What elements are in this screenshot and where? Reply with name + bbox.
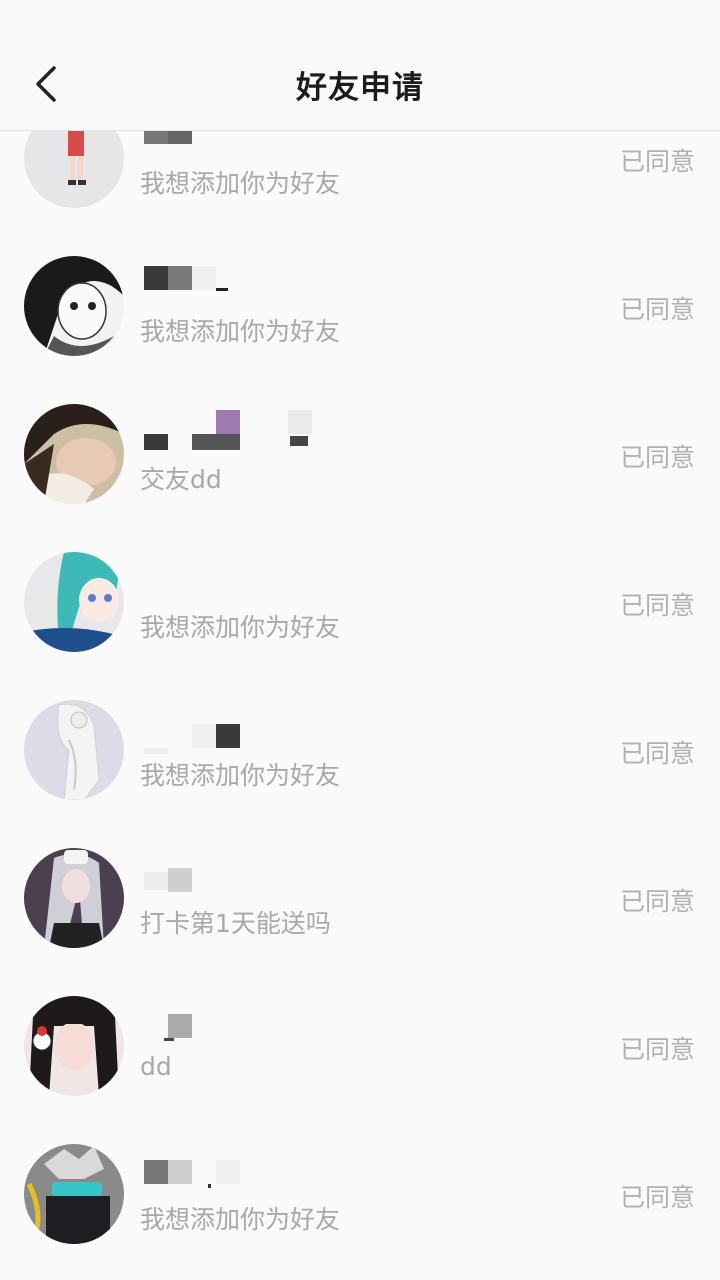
status-label: 已同意 xyxy=(619,887,695,916)
status-label: 已同意 xyxy=(619,443,695,472)
friend-request-item[interactable]: dd 已同意 xyxy=(0,974,720,1122)
status-label: 已同意 xyxy=(619,295,695,324)
request-message: 交友dd xyxy=(140,465,222,494)
request-message: 我想添加你为好友 xyxy=(140,317,341,346)
nickname-mosaic xyxy=(144,410,404,450)
avatar[interactable] xyxy=(24,700,124,800)
status-label: 已同意 xyxy=(619,1035,695,1064)
friend-request-list: 我想添加你为好友 已同意 我想添加你为好友 已同意 交友dd 已同意 我想添加你… xyxy=(0,0,720,1280)
nickname-mosaic xyxy=(144,1160,404,1190)
request-message: 我想添加你为好友 xyxy=(140,761,341,790)
avatar[interactable] xyxy=(24,996,124,1096)
request-message: dd xyxy=(140,1052,172,1081)
nickname-mosaic xyxy=(144,724,404,754)
page-title: 好友申请 xyxy=(296,70,424,106)
avatar[interactable] xyxy=(24,256,124,356)
navigation-bar: 好友申请 xyxy=(0,0,720,131)
nickname-mosaic xyxy=(144,266,404,296)
status-label: 已同意 xyxy=(619,147,695,176)
request-message: 我想添加你为好友 xyxy=(140,1205,341,1234)
avatar[interactable] xyxy=(24,848,124,948)
friend-request-item[interactable]: 交友dd 已同意 xyxy=(0,382,720,530)
request-message: 打卡第1天能送吗 xyxy=(140,909,331,938)
request-message: 我想添加你为好友 xyxy=(140,169,341,198)
friend-request-item[interactable]: 我想添加你为好友 已同意 xyxy=(0,1122,720,1270)
nickname-mosaic xyxy=(144,866,404,896)
avatar[interactable] xyxy=(24,1144,124,1244)
status-label: 已同意 xyxy=(619,591,695,620)
avatar[interactable] xyxy=(24,552,124,652)
friend-request-item[interactable]: 我想添加你为好友 已同意 xyxy=(0,678,720,826)
friend-request-item[interactable]: 打卡第1天能送吗 已同意 xyxy=(0,826,720,974)
nickname-mosaic xyxy=(144,1014,404,1044)
request-message: 我想添加你为好友 xyxy=(140,613,341,642)
friend-request-item[interactable]: 我想添加你为好友 已同意 xyxy=(0,234,720,382)
friend-request-item[interactable]: 我想添加你为好友 已同意 xyxy=(0,530,720,678)
status-label: 已同意 xyxy=(619,1183,695,1212)
status-label: 已同意 xyxy=(619,739,695,768)
avatar[interactable] xyxy=(24,404,124,504)
